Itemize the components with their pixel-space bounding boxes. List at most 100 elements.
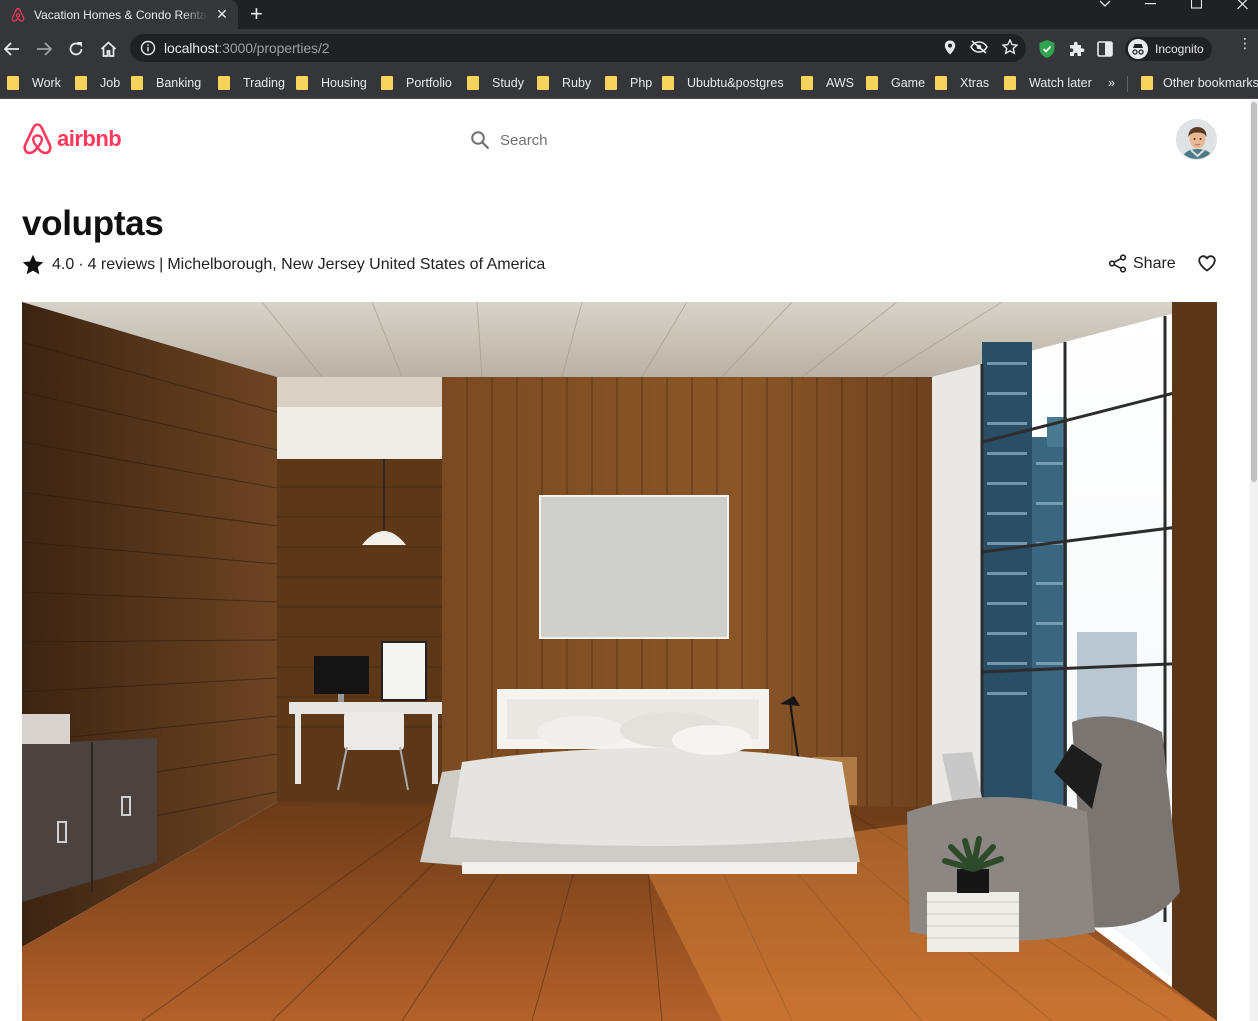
- search-input[interactable]: [500, 131, 620, 149]
- folder-icon: [381, 76, 393, 90]
- folder-icon: [605, 76, 617, 90]
- incognito-label: Incognito: [1155, 42, 1204, 56]
- incognito-icon: [1128, 39, 1148, 59]
- bookmark-label: Trading: [243, 76, 285, 90]
- tab-search-chevron-icon[interactable]: [1099, 0, 1111, 10]
- bookmark-label: Work: [32, 76, 61, 90]
- share-icon: [1108, 254, 1127, 273]
- bookmark-folder-other-bookmarks[interactable]: Other bookmarks: [1141, 74, 1258, 92]
- bookmark-star-icon[interactable]: [1002, 39, 1018, 55]
- meta-divider: |: [159, 255, 164, 273]
- maximize-icon[interactable]: [1191, 0, 1202, 10]
- folder-icon: [296, 76, 308, 90]
- bookmarks-bar: Work Job Banking Trading Housing Portfol…: [0, 68, 1258, 99]
- bookmark-folder-work[interactable]: Work: [7, 74, 61, 92]
- bookmark-folder-housing[interactable]: Housing: [296, 74, 367, 92]
- rating-dot: ·: [78, 255, 84, 273]
- bookmark-folder-aws[interactable]: AWS: [801, 74, 854, 92]
- folder-icon: [467, 76, 479, 90]
- bookmark-label: Banking: [156, 76, 202, 90]
- bookmark-folder-php[interactable]: Php: [605, 74, 652, 92]
- listing-photo[interactable]: [22, 302, 1217, 1021]
- url-path: :3000/properties/2: [218, 40, 330, 56]
- tab-title: Vacation Homes & Condo Rentals - Airbnb: [34, 7, 208, 22]
- folder-icon: [7, 76, 19, 90]
- rating-value: 4.0: [52, 255, 75, 273]
- search-bar[interactable]: [470, 130, 620, 150]
- page-scrollbar[interactable]: [1250, 100, 1258, 1021]
- listing-meta: 4.0 · 4 reviews | Michelborough, New Jer…: [22, 254, 545, 275]
- extensions-area: Incognito: [1038, 37, 1212, 61]
- bookmark-label: Php: [630, 76, 653, 90]
- folder-icon: [537, 76, 549, 90]
- address-bar[interactable]: localhost:3000/properties/2: [130, 34, 1026, 62]
- browser-toolbar: localhost:3000/properties/2 Incognito ⋮: [0, 29, 1258, 68]
- bookmark-folder-watch-later[interactable]: Watch later: [1004, 74, 1092, 92]
- share-label: Share: [1133, 254, 1176, 272]
- browser-menu-kebab-icon[interactable]: ⋮: [1238, 36, 1252, 50]
- bookmark-folder-game[interactable]: Game: [866, 74, 925, 92]
- bookmark-label: Watch later: [1029, 76, 1092, 90]
- airbnb-logo[interactable]: airbnb: [22, 122, 122, 156]
- location-pin-icon[interactable]: [944, 40, 956, 55]
- new-tab-plus-icon[interactable]: +: [250, 3, 263, 25]
- avatar-photo: [1177, 120, 1216, 159]
- folder-icon: [75, 76, 87, 90]
- folder-icon: [662, 76, 674, 90]
- folder-icon: [1004, 76, 1016, 90]
- search-icon: [471, 131, 489, 149]
- page-viewport: airbnb voluptas 4.0 · 4 reviews | Michel…: [0, 100, 1258, 1021]
- tab-close-icon[interactable]: ✕: [214, 6, 230, 23]
- browser-tabstrip: Vacation Homes & Condo Rentals - Airbnb …: [0, 0, 1258, 29]
- bookmark-folder-job[interactable]: Job: [75, 74, 120, 92]
- heart-save-icon[interactable]: [1198, 255, 1216, 272]
- listing-actions: Share: [1108, 254, 1216, 273]
- url-host: localhost: [164, 40, 219, 56]
- reload-icon[interactable]: [65, 38, 87, 60]
- bookmark-folder-trading[interactable]: Trading: [218, 74, 285, 92]
- shield-extension-icon[interactable]: [1038, 39, 1056, 59]
- scrollbar-thumb[interactable]: [1251, 102, 1257, 482]
- logo-wordmark: airbnb: [57, 126, 122, 151]
- listing-location[interactable]: Michelborough, New Jersey United States …: [167, 256, 545, 274]
- home-icon[interactable]: [97, 38, 119, 60]
- user-avatar[interactable]: [1176, 119, 1217, 160]
- folder-icon: [935, 76, 947, 90]
- browser-tab-active[interactable]: Vacation Homes & Condo Rentals - Airbnb …: [0, 0, 238, 29]
- back-arrow-icon[interactable]: [1, 38, 23, 60]
- airbnb-belo-icon: [23, 123, 52, 155]
- puzzle-extensions-icon[interactable]: [1068, 41, 1085, 58]
- bookmark-label: Housing: [321, 76, 367, 90]
- bookmarks-overflow-chevron[interactable]: »: [1108, 74, 1115, 92]
- side-panel-icon[interactable]: [1097, 41, 1113, 57]
- bookmark-label: AWS: [826, 76, 855, 90]
- window-close-icon[interactable]: [1237, 0, 1248, 10]
- bookmark-folder-ububtu-postgres[interactable]: Ububtu&postgres: [662, 74, 784, 92]
- folder-icon: [801, 76, 813, 90]
- bookmark-label: Job: [100, 76, 121, 90]
- bookmark-folder-portfolio[interactable]: Portfolio: [381, 74, 452, 92]
- bookmark-folder-banking[interactable]: Banking: [131, 74, 201, 92]
- folder-icon: [218, 76, 230, 90]
- bookmark-folder-ruby[interactable]: Ruby: [537, 74, 591, 92]
- forward-arrow-icon[interactable]: [33, 38, 55, 60]
- bookmark-label: Study: [492, 76, 524, 90]
- bookmarks-overflow-label: »: [1108, 76, 1115, 90]
- bookmark-folder-xtras[interactable]: Xtras: [935, 74, 989, 92]
- eye-off-icon[interactable]: [970, 40, 988, 54]
- minimize-icon[interactable]: [1145, 3, 1156, 13]
- site-info-icon[interactable]: [140, 40, 156, 56]
- folder-icon: [1141, 76, 1153, 90]
- reviews-link[interactable]: 4 reviews: [88, 256, 156, 274]
- bookmark-label: Ruby: [562, 76, 592, 90]
- bookmark-folder-study[interactable]: Study: [467, 74, 524, 92]
- bookmark-label: Xtras: [960, 76, 990, 90]
- bookmark-label: Ububtu&postgres: [687, 76, 784, 90]
- share-button[interactable]: Share: [1108, 254, 1176, 273]
- folder-icon: [866, 76, 878, 90]
- airbnb-favicon-icon: [11, 7, 25, 22]
- incognito-badge[interactable]: Incognito: [1125, 37, 1212, 61]
- bookmark-label: Game: [891, 76, 926, 90]
- star-rating-icon: [22, 254, 44, 275]
- bookmark-label: Portfolio: [406, 76, 452, 90]
